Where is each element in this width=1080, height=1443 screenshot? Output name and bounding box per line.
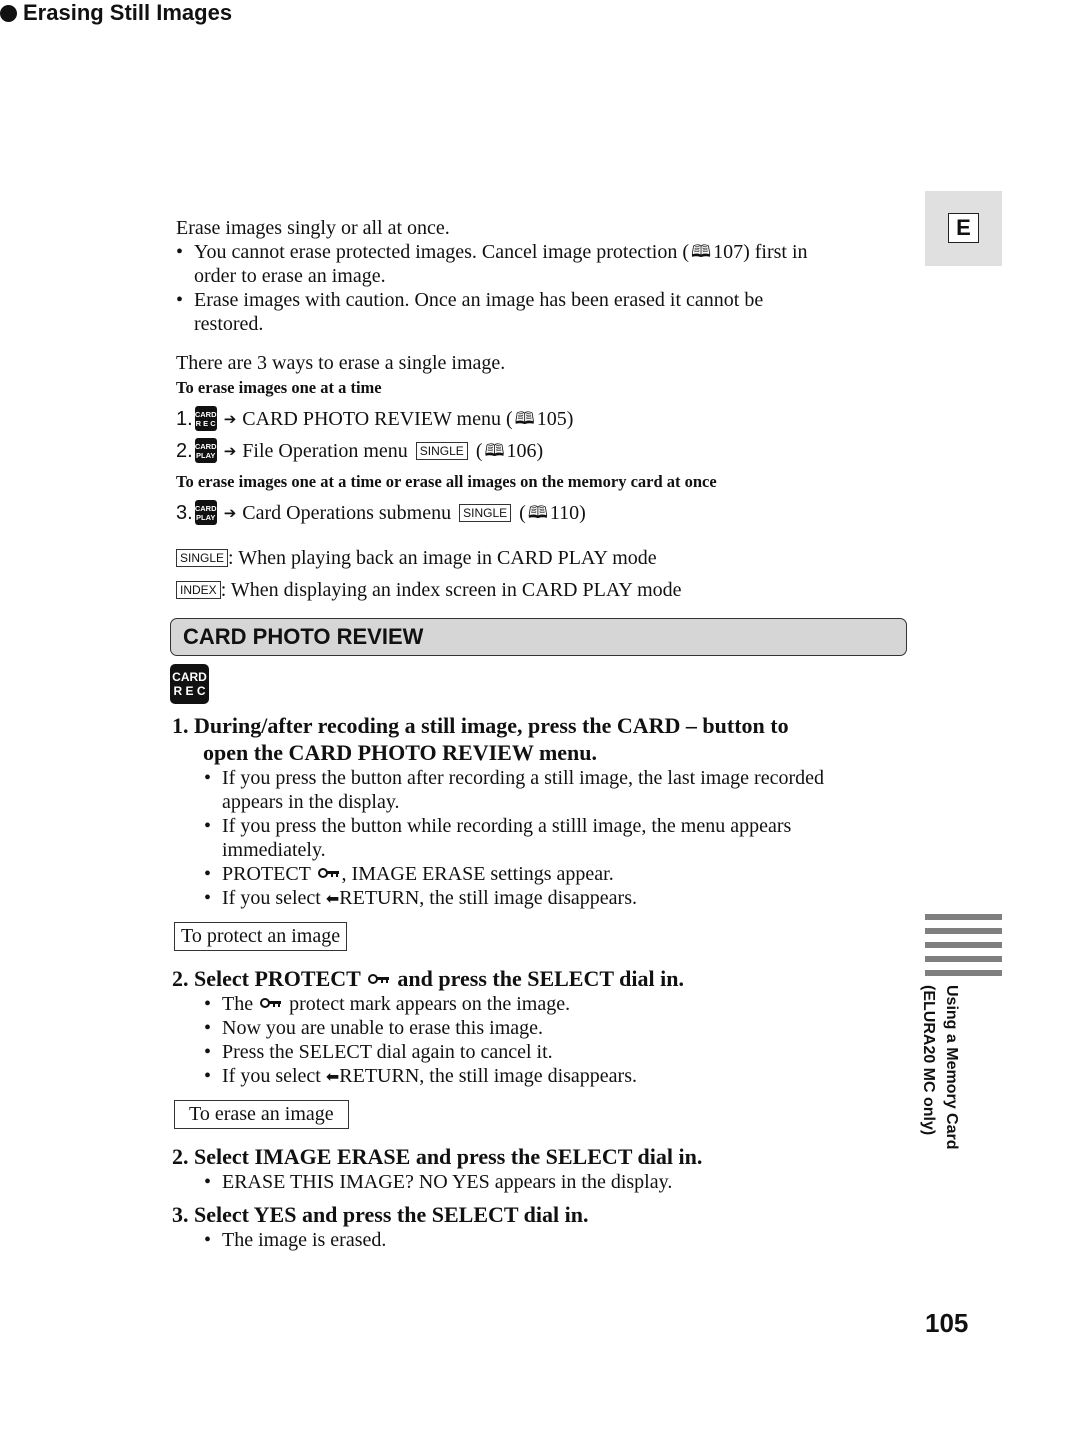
book-reference-icon: 🕮 [691, 242, 712, 262]
legend-single: SINGLE: When playing back an image in CA… [176, 546, 657, 570]
step-2-protect-heading: 2. Select PROTECT and press the SELECT d… [172, 966, 684, 991]
list-item-continuation: order to erase an image. [194, 265, 386, 287]
protect-key-icon [317, 867, 340, 879]
step-3-heading: 3. Select YES and press the SELECT dial … [172, 1202, 589, 1227]
arrow-right-icon: ➔ [223, 409, 237, 428]
protect-key-icon [367, 973, 390, 985]
step-1-heading: 1. During/after recoding a still image, … [172, 713, 789, 738]
return-arrow-icon: ⬅ [325, 889, 340, 908]
to-erase-label: To erase an image [174, 1100, 349, 1129]
index-mode-tag: INDEX [176, 581, 221, 599]
section-heading-erasing-still-images: Erasing Still Images [0, 0, 1080, 26]
subheading-one-at-a-time: To erase images one at a time [176, 378, 382, 397]
protect-key-icon [260, 997, 282, 1009]
arrow-right-icon: ➔ [223, 441, 237, 460]
intro-text: Erase images singly or all at once. [176, 217, 450, 239]
list-item-continuation: immediately. [222, 839, 326, 861]
step-2-erase-heading: 2. Select IMAGE ERASE and press the SELE… [172, 1144, 703, 1169]
arrow-right-icon: ➔ [223, 503, 237, 522]
book-reference-icon: 🕮 [514, 408, 535, 429]
banner-title: CARD PHOTO REVIEW [183, 624, 424, 649]
card-play-icon: CARD PLAY [194, 438, 217, 463]
list-item-continuation: restored. [194, 313, 264, 335]
subheading-one-or-all: To erase images one at a time or erase a… [176, 472, 717, 491]
legend-index: INDEX: When displaying an index screen i… [176, 578, 682, 602]
single-mode-tag: SINGLE [459, 503, 512, 522]
bullet-icon: • [176, 241, 184, 263]
section-title: Erasing Still Images [23, 0, 233, 25]
to-protect-label: To protect an image [174, 922, 348, 951]
chapter-label: Using a Memory Card (ELURA20 MC only) [920, 985, 960, 1150]
book-reference-icon: 🕮 [527, 502, 548, 523]
return-arrow-icon: ⬅ [325, 1067, 340, 1086]
language-tab: E [925, 191, 1002, 266]
method-step-2: 2. CARD PLAY ➔ File Operation menu SINGLE… [176, 438, 544, 463]
book-reference-icon: 🕮 [484, 440, 505, 461]
step-1-heading-cont: open the CARD PHOTO REVIEW menu. [203, 740, 598, 765]
page-number: 105 [925, 1308, 969, 1338]
card-rec-icon: CARD R E C [194, 406, 217, 431]
card-photo-review-banner: CARD PHOTO REVIEW [170, 618, 907, 656]
bullet-icon: • [176, 289, 184, 311]
method-step-3: 3. CARD PLAY ➔ Card Operations submenu SI… [176, 500, 586, 525]
single-mode-tag: SINGLE [415, 441, 468, 460]
single-mode-tag: SINGLE [176, 549, 229, 567]
chapter-stripes-decoration [925, 914, 1002, 984]
language-tab-letter: E [948, 213, 979, 243]
list-item-continuation: appears in the display. [222, 791, 400, 813]
ways-text: There are 3 ways to erase a single image… [176, 352, 506, 374]
card-rec-mode-icon: CARD R E C [170, 664, 209, 704]
card-play-icon: CARD PLAY [194, 500, 217, 525]
bullet-dot-icon [0, 4, 17, 22]
method-step-1: 1. CARD R E C ➔ CARD PHOTO REVIEW menu ( … [176, 406, 574, 431]
